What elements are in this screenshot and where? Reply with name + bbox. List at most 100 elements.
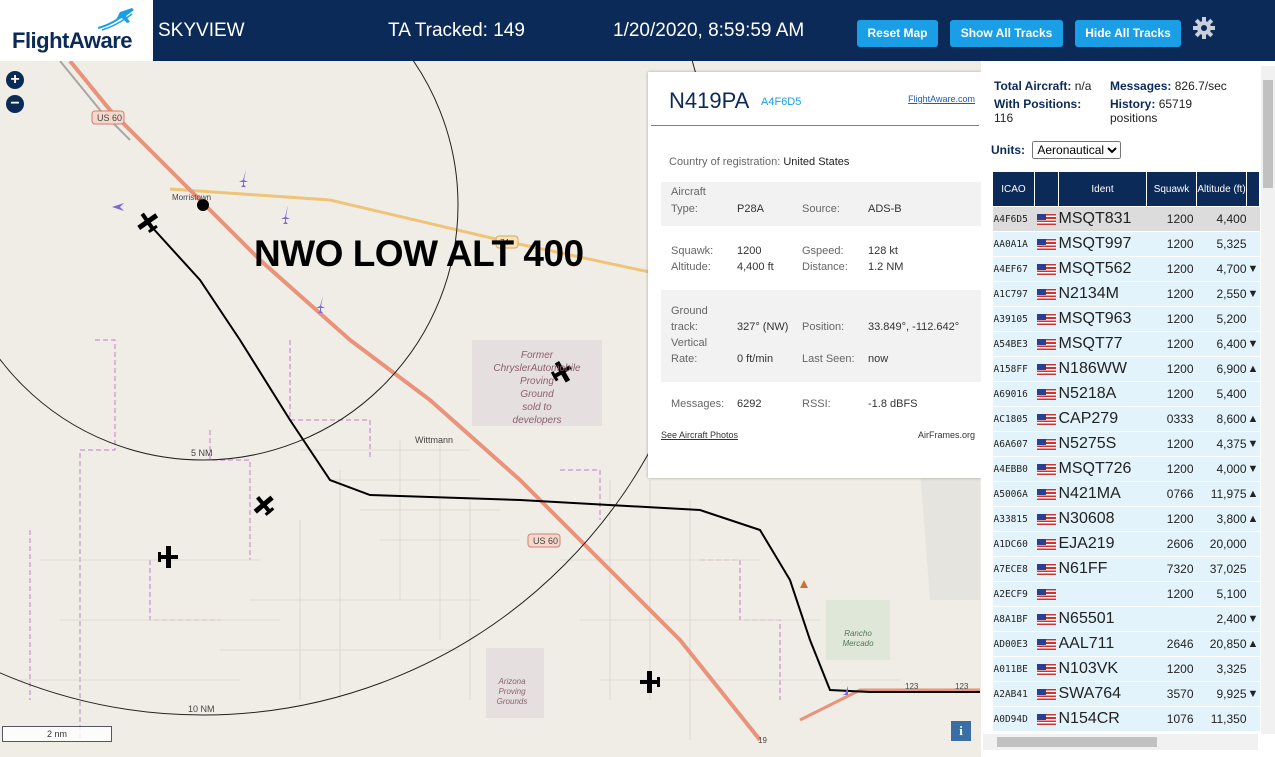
table-row[interactable]: A4EF67 MSQT562 1200 4,700 ▼ — [992, 256, 1260, 282]
table-row[interactable]: A39105 MSQT963 1200 5,200 — [992, 306, 1260, 332]
poi-marker — [800, 580, 808, 588]
squawk-cell: 1200 — [1146, 306, 1197, 332]
altitude-cell: 6,400 — [1196, 331, 1247, 357]
us-flag-icon — [1034, 656, 1059, 682]
flightaware-link[interactable]: FlightAware.com — [908, 94, 975, 104]
sidebar: Total Aircraft: n/a Messages: 826.7/sec … — [981, 61, 1275, 757]
label-arizona-3: Grounds — [497, 697, 528, 706]
table-row[interactable]: AD00E3 AAL711 2646 20,850 ▲ — [992, 631, 1260, 657]
hide-all-tracks-button[interactable]: Hide All Tracks — [1075, 20, 1181, 47]
label-hwy123-a: 123 — [905, 682, 919, 691]
icao-cell: A4EBB0 — [992, 456, 1035, 482]
table-row[interactable]: A6A607 N5275S 1200 4,375 ▼ — [992, 431, 1260, 457]
scroll-thumb-h[interactable] — [997, 737, 1157, 747]
col-extra[interactable] — [1246, 171, 1260, 207]
col-squawk[interactable]: Squawk — [1146, 171, 1197, 207]
icao-cell: A011BE — [992, 656, 1035, 682]
table-row[interactable]: A1DC60 EJA219 2606 20,000 — [992, 531, 1260, 557]
with-positions: With Positions: 116 — [994, 97, 1081, 125]
zoom-out-button[interactable]: − — [6, 95, 24, 113]
label-former-4: Ground — [520, 389, 554, 400]
messages-rate-value: 826.7/sec — [1174, 79, 1227, 93]
table-row[interactable]: A8A1BF N65501 2,400 ▼ — [992, 606, 1260, 632]
vertical-trend-icon — [1246, 306, 1260, 332]
with-positions-value: 116 — [994, 111, 1014, 125]
squawk-cell: 1076 — [1146, 706, 1197, 732]
registration: N419PA — [669, 88, 750, 113]
table-header: ICAO Ident Squawk Altitude (ft) — [992, 171, 1260, 207]
ident-cell: N2134M — [1058, 281, 1147, 307]
units-select[interactable]: Aeronautical — [1032, 141, 1122, 159]
icao-cell: A1C797 — [992, 281, 1035, 307]
table-row[interactable]: A2ECF9 1200 5,100 — [992, 581, 1260, 607]
logo-text: FlightAware — [12, 28, 133, 53]
flightaware-logo[interactable]: FlightAware — [0, 0, 153, 61]
app-title: SKYVIEW — [158, 20, 245, 41]
table-row[interactable]: A4EBB0 MSQT726 1200 4,000 ▼ — [992, 456, 1260, 482]
vertical-trend-icon — [1246, 656, 1260, 682]
us-flag-icon — [1034, 581, 1059, 607]
squawk-cell: 1200 — [1146, 381, 1197, 407]
col-altitude[interactable]: Altitude (ft) — [1196, 171, 1247, 207]
icao-cell: A4EF67 — [992, 256, 1035, 282]
zoom-in-button[interactable]: + — [6, 71, 24, 89]
table-row[interactable]: A7ECE8 N61FF 7320 37,025 — [992, 556, 1260, 582]
label-arizona-2: Proving — [498, 687, 526, 696]
col-flag[interactable] — [1034, 171, 1059, 207]
table-row[interactable]: AC1805 CAP279 0333 8,600 ▲ — [992, 406, 1260, 432]
us-flag-icon — [1037, 614, 1056, 626]
aircraft-photos-link[interactable]: See Aircraft Photos — [661, 430, 738, 440]
altitude-cell: 4,375 — [1196, 431, 1247, 457]
altitude-cell: 5,400 — [1196, 381, 1247, 407]
table-row[interactable]: A2AB41 SWA764 3570 9,925 ▼ — [992, 681, 1260, 707]
vertical-trend-icon: ▲ — [1246, 631, 1260, 657]
rssi-value: -1.8 dBFS — [868, 398, 918, 410]
ident-cell: N5275S — [1058, 431, 1147, 457]
label-hwy123-b: 123 — [955, 682, 969, 691]
airframes-link[interactable]: AirFrames.org — [918, 430, 975, 440]
gear-icon[interactable] — [1192, 16, 1216, 40]
us-flag-icon — [1037, 589, 1056, 601]
vertical-trend-icon: ▲ — [1246, 506, 1260, 532]
us-flag-icon — [1037, 364, 1056, 376]
ident-cell: MSQT77 — [1058, 331, 1147, 357]
us-flag-icon — [1034, 206, 1059, 232]
table-row[interactable]: A4F6D5 MSQT831 1200 4,400 — [992, 206, 1260, 232]
ident-cell: MSQT831 — [1058, 206, 1147, 232]
us-flag-icon — [1037, 664, 1056, 676]
icao-cell: A69016 — [992, 381, 1035, 407]
vertical-trend-icon: ▲ — [1246, 356, 1260, 382]
reset-map-button[interactable]: Reset Map — [857, 20, 938, 47]
show-all-tracks-button[interactable]: Show All Tracks — [950, 20, 1063, 47]
table-row[interactable]: A158FF N186WW 1200 6,900 ▲ — [992, 356, 1260, 382]
table-row[interactable]: A5006A N421MA 0766 11,975 ▲ — [992, 481, 1260, 507]
history-label: History: — [1110, 97, 1156, 111]
table-body: A4F6D5 MSQT831 1200 4,400 AA0A1A MSQT997 1200 5… — [992, 206, 1260, 732]
table-row[interactable]: A011BE N103VK 1200 3,325 — [992, 656, 1260, 682]
table-row[interactable]: A1C797 N2134M 1200 2,550 ▼ — [992, 281, 1260, 307]
col-icao[interactable]: ICAO — [992, 171, 1035, 207]
table-row[interactable]: A69016 N5218A 1200 5,400 — [992, 381, 1260, 407]
sidebar-horizontal-scrollbar[interactable] — [983, 734, 1258, 750]
hex-code[interactable]: A4F6D5 — [761, 96, 801, 108]
icao-cell: AD00E3 — [992, 631, 1035, 657]
table-row[interactable]: A0D94D N154CR 1076 11,350 — [992, 706, 1260, 732]
table-row[interactable]: A54BE3 MSQT77 1200 6,400 ▼ — [992, 331, 1260, 357]
us-flag-icon — [1037, 439, 1056, 451]
aircraft-detail-panel: N419PA A4F6D5 FlightAware.com Country of… — [648, 72, 981, 478]
table-row[interactable]: A33815 N30608 1200 3,800 ▲ — [992, 506, 1260, 532]
altitude-label: Altitude: — [671, 261, 711, 273]
airspace-overlay-label: NWO LOW ALT 400 — [254, 233, 584, 274]
gspeed-label: Gspeed: — [802, 245, 844, 257]
total-aircraft: Total Aircraft: n/a — [994, 79, 1091, 93]
vertical-trend-icon — [1246, 206, 1260, 232]
sidebar-vertical-scrollbar[interactable] — [1261, 66, 1275, 734]
info-button[interactable]: i — [951, 721, 971, 741]
table-row[interactable]: AA0A1A MSQT997 1200 5,325 — [992, 231, 1260, 257]
col-ident[interactable]: Ident — [1058, 171, 1147, 207]
aircraft-type-label: Aircraft — [671, 186, 706, 198]
scroll-thumb[interactable] — [1263, 80, 1273, 188]
us-flag-icon — [1037, 314, 1056, 326]
top-bar: FlightAware SKYVIEW TA Tracked: 149 1/20… — [0, 0, 1275, 61]
altitude-cell: 11,350 — [1196, 706, 1247, 732]
